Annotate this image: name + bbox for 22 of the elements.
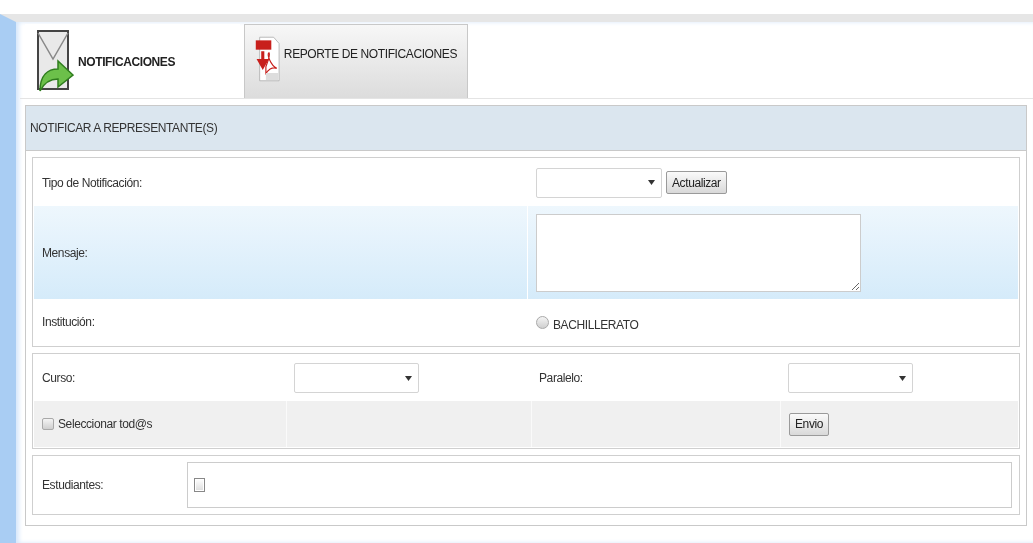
checkbox[interactable] [42,418,54,430]
tab[interactable]: REPORTE DE NOTIFICACIONES [244,24,468,98]
update-button[interactable]: Actualizar [666,171,727,194]
checkbox-label: Seleccionar tod@s [58,417,153,431]
caret-icon [648,180,655,185]
send-button[interactable]: Envio [789,412,830,436]
field-label: Estudiantes: [42,478,105,492]
dropdown[interactable] [788,363,913,393]
field-label: Curso: [42,371,75,385]
caret-icon [899,375,906,381]
field-label: Tipo de Notificación: [42,175,142,190]
message-field[interactable] [536,213,861,292]
caret-icon [405,375,412,381]
field-label: Institución: [42,315,95,329]
panel-title: NOTIFICAR A REPRESENTANTE(S) [30,121,218,135]
dropdown[interactable] [536,167,662,198]
field-label: Paralelo: [539,371,583,385]
radio-button[interactable] [536,315,549,329]
checkbox[interactable] [194,478,205,492]
option-label: BACHILLERATO [553,318,639,332]
dropdown[interactable] [294,363,419,393]
field-label: Mensaje: [42,245,88,260]
